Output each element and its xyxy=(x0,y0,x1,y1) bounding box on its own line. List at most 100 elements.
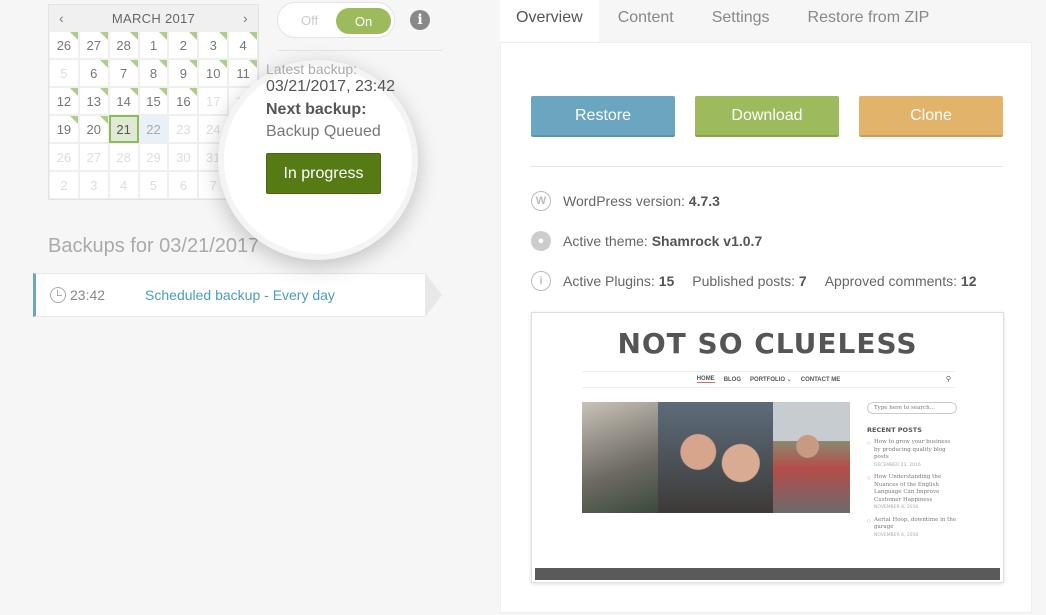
plugins-value: 15 xyxy=(658,273,675,289)
calendar-day: 28 xyxy=(108,143,139,171)
wp-version-value: 4.7.3 xyxy=(688,193,720,209)
palette-icon: ● xyxy=(531,231,551,251)
overview-panel: Restore Download Clone W WordPress versi… xyxy=(500,42,1032,613)
tab-bar: Overview Content Settings Restore from Z… xyxy=(500,0,948,42)
calendar-day: 3 xyxy=(78,171,109,199)
calendar-day[interactable]: 22 xyxy=(138,115,169,143)
tab-settings[interactable]: Settings xyxy=(693,0,789,42)
recent-post: How Understanding the Nuances of the Eng… xyxy=(867,474,957,512)
calendar-day: 26 xyxy=(49,143,79,171)
backups-title: Backups for 03/21/2017 xyxy=(48,235,260,257)
wordpress-icon: W xyxy=(531,191,551,211)
post-title: Aerial Hoop, downtime in the garage xyxy=(874,516,957,531)
divider xyxy=(277,50,442,51)
restore-button[interactable]: Restore xyxy=(531,96,675,137)
recent-post: Aerial Hoop, downtime in the garageNOVEM… xyxy=(867,517,957,540)
post-date: DECEMBER 23, 2016 xyxy=(874,462,921,468)
schedule-toggle[interactable]: Off On xyxy=(277,2,395,38)
calendar-day: 4 xyxy=(108,171,139,199)
calendar-day: 2 xyxy=(49,171,79,199)
backup-time: 23:42 xyxy=(50,287,105,303)
calendar-month: MARCH 2017 xyxy=(111,10,196,26)
calendar-day[interactable]: 15 xyxy=(138,87,169,115)
backup-description[interactable]: Scheduled backup - Every day xyxy=(145,287,335,303)
posts-value: 7 xyxy=(798,273,807,289)
toggle-off-label: Off xyxy=(301,13,319,28)
calendar-day[interactable]: 12 xyxy=(49,87,79,115)
backup-row[interactable]: 23:42 Scheduled backup - Every day xyxy=(33,273,442,317)
calendar-day[interactable]: 27 xyxy=(78,31,109,59)
stats-row: i Active Plugins: 15 Published posts: 7 … xyxy=(531,271,976,291)
comments-value: 12 xyxy=(960,273,977,289)
calendar-day: 30 xyxy=(168,143,199,171)
calendar-day[interactable]: 2 xyxy=(168,31,199,59)
calendar-day[interactable]: 20 xyxy=(78,115,109,143)
download-button[interactable]: Download xyxy=(695,96,839,137)
calendar-day: 17 xyxy=(198,87,229,115)
next-backup-value: Backup Queued xyxy=(266,123,381,140)
calendar-day[interactable]: 1 xyxy=(138,31,169,59)
calendar-day[interactable]: 19 xyxy=(49,115,79,143)
latest-backup: Latest backup: 03/21/2017, 23:42 xyxy=(266,60,395,96)
site-nav: HOME BLOG PORTFOLIO ⌄ CONTACT ME xyxy=(582,371,955,388)
posts-label: Published posts: xyxy=(692,273,796,289)
calendar-day: 23 xyxy=(168,115,199,143)
calendar-day[interactable]: 9 xyxy=(168,59,199,87)
post-title: How Understanding the Nuances of the Eng… xyxy=(874,474,942,503)
post-date: NOVEMBER 6, 2016 xyxy=(874,532,919,538)
site-sidebar: Type here to search... RECENT POSTS How … xyxy=(867,402,957,539)
info-icon[interactable]: i xyxy=(410,10,430,30)
photo xyxy=(658,402,773,513)
latest-backup-value: 03/21/2017, 23:42 xyxy=(266,78,396,95)
latest-backup-label: Latest backup: xyxy=(266,61,358,77)
chevron-right-icon[interactable]: › xyxy=(243,10,248,26)
calendar-day[interactable]: 4 xyxy=(228,31,258,59)
info-circle-icon: i xyxy=(531,271,551,291)
in-progress-button[interactable]: In progress xyxy=(266,153,381,194)
calendar-day[interactable]: 8 xyxy=(138,59,169,87)
toggle-on-label: On xyxy=(336,8,391,34)
calendar-day: 29 xyxy=(138,143,169,171)
theme-value: Shamrock v1.0.7 xyxy=(651,233,763,249)
post-title: How to grow your business by producing q… xyxy=(874,439,951,460)
site-title: NOT SO CLUELESS xyxy=(617,327,918,360)
calendar-day: 5 xyxy=(49,59,79,87)
calendar-day[interactable]: 28 xyxy=(108,31,139,59)
calendar-day[interactable]: 3 xyxy=(198,31,229,59)
calendar-day[interactable]: 14 xyxy=(108,87,139,115)
calendar-day[interactable]: 16 xyxy=(168,87,199,115)
backup-time-text: 23:42 xyxy=(70,287,106,303)
site-nav-item: PORTFOLIO ⌄ xyxy=(750,377,792,383)
site-footer xyxy=(535,568,1000,580)
wp-version-row: W WordPress version: 4.7.3 xyxy=(531,191,720,211)
chevron-left-icon[interactable]: ‹ xyxy=(59,10,64,26)
clock-icon xyxy=(50,287,66,303)
calendar-day[interactable]: 6 xyxy=(78,59,109,87)
calendar-day[interactable]: 21 xyxy=(108,115,139,143)
calendar-day[interactable]: 26 xyxy=(49,31,79,59)
tab-overview[interactable]: Overview xyxy=(500,0,599,42)
calendar-day: 6 xyxy=(168,171,199,199)
clone-button[interactable]: Clone xyxy=(859,96,1003,137)
plugins-label: Active Plugins: xyxy=(563,273,655,289)
calendar-day: 5 xyxy=(138,171,169,199)
photo xyxy=(582,402,658,513)
calendar-day[interactable]: 13 xyxy=(78,87,109,115)
calendar-day[interactable]: 7 xyxy=(108,59,139,87)
recent-post: How to grow your business by producing q… xyxy=(867,439,957,469)
divider xyxy=(531,166,1003,167)
calendar-day[interactable]: 10 xyxy=(198,59,229,87)
recent-posts-title: RECENT POSTS xyxy=(867,426,922,434)
tab-restore-from-zip[interactable]: Restore from ZIP xyxy=(789,0,949,42)
next-backup-label: Next backup: xyxy=(266,101,367,118)
site-preview: NOT SO CLUELESS HOME BLOG PORTFOLIO ⌄ CO… xyxy=(531,312,1004,583)
comments-label: Approved comments: xyxy=(824,273,958,289)
photo xyxy=(773,402,850,513)
site-search-input: Type here to search... xyxy=(867,402,957,414)
site-nav-item: BLOG xyxy=(723,376,742,383)
post-date: NOVEMBER 8, 2016 xyxy=(874,505,919,510)
site-photos xyxy=(582,402,850,513)
theme-label: Active theme: xyxy=(563,233,648,249)
wp-version-label: WordPress version: xyxy=(563,193,685,209)
tab-content[interactable]: Content xyxy=(599,0,693,42)
